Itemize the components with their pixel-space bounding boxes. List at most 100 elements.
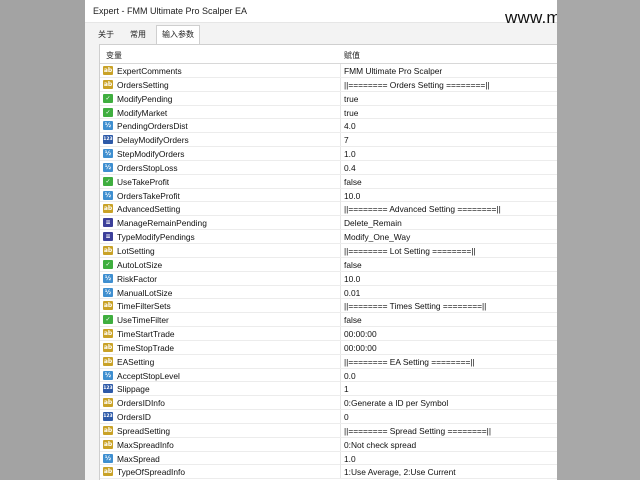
double-icon: ½ xyxy=(103,190,113,200)
expert-properties-window: Expert - FMM Ultimate Pro Scalper EA www… xyxy=(85,0,557,480)
enum-icon: ≡ xyxy=(103,218,113,228)
tab-inputs[interactable]: 输入参数 xyxy=(156,25,200,44)
parameter-value[interactable]: 0:Generate a ID per Symbol xyxy=(344,398,448,408)
parameter-value[interactable]: 0.4 xyxy=(344,163,356,173)
parameter-value[interactable]: 4.0 xyxy=(344,121,356,131)
table-row[interactable]: ≡ TypeModifyPendings Modify_One_Way xyxy=(100,230,557,244)
column-divider xyxy=(340,423,341,437)
parameter-value[interactable]: ||======== Spread Setting ========|| xyxy=(344,426,491,436)
parameter-value[interactable]: true xyxy=(344,108,358,118)
table-row[interactable]: ab ExpertComments FMM Ultimate Pro Scalper xyxy=(100,64,557,78)
window-title: Expert - FMM Ultimate Pro Scalper EA xyxy=(93,6,248,16)
column-divider xyxy=(340,327,341,341)
parameter-value[interactable]: ||======== Times Setting ========|| xyxy=(344,301,486,311)
parameter-value[interactable]: false xyxy=(344,315,362,325)
tab-about[interactable]: 关于 xyxy=(93,26,119,43)
parameter-value[interactable]: false xyxy=(344,177,362,187)
table-row[interactable]: ab TimeFilterSets ||======== Times Setting… xyxy=(100,299,557,314)
parameter-value[interactable]: 1:Use Average, 2:Use Current xyxy=(344,467,456,477)
table-row[interactable]: ab TimeStopTrade 00:00:00 xyxy=(100,340,557,355)
parameter-value[interactable]: 0 xyxy=(344,412,349,422)
parameter-value[interactable]: ||======== EA Setting ========|| xyxy=(344,357,475,367)
column-divider xyxy=(340,340,341,354)
table-row[interactable]: ½ ManualLotSize 0.01 xyxy=(100,285,557,300)
parameter-value[interactable]: Modify_One_Way xyxy=(344,232,410,242)
table-row[interactable]: ½ OrdersStopLoss 0.4 xyxy=(100,160,557,175)
column-divider xyxy=(340,105,341,119)
table-row[interactable]: ✓ ModifyPending true xyxy=(100,91,557,106)
parameter-name: TypeOfSpreadInfo xyxy=(117,467,185,478)
tab-common[interactable]: 常用 xyxy=(125,26,151,43)
parameter-value[interactable]: Delete_Remain xyxy=(344,218,402,228)
parameter-name: ExpertComments xyxy=(117,66,182,76)
parameter-name: OrdersID xyxy=(117,412,151,423)
table-row[interactable]: 123 DelayModifyOrders 7 xyxy=(100,133,557,148)
table-row[interactable]: ½ AcceptStopLevel 0.0 xyxy=(100,368,557,383)
table-row[interactable]: ✓ UseTakeProfit false xyxy=(100,174,557,189)
parameter-value[interactable]: 0.01 xyxy=(344,288,360,298)
int-icon: 123 xyxy=(103,135,113,145)
table-row[interactable]: ✓ AutoLotSize false xyxy=(100,257,557,272)
table-row[interactable]: ab OrdersIDInfo 0:Generate a ID per Symbol xyxy=(100,396,557,411)
column-divider xyxy=(340,285,341,299)
string-icon: ab xyxy=(103,301,113,311)
table-row[interactable]: ab SpreadSetting ||======== Spread Setting… xyxy=(100,423,557,438)
table-row[interactable]: ½ RiskFactor 10.0 xyxy=(100,271,557,286)
column-divider xyxy=(340,174,341,188)
parameter-value[interactable]: 00:00:00 xyxy=(344,343,377,353)
table-row[interactable]: ✓ UseTimeFilter false xyxy=(100,313,557,328)
tab-bar: 关于 常用 输入参数 xyxy=(85,24,557,44)
parameter-name: ManageRemainPending xyxy=(117,218,207,229)
parameter-name: OrdersStopLoss xyxy=(117,162,178,173)
parameter-value[interactable]: false xyxy=(344,260,362,270)
parameter-value[interactable]: 1.0 xyxy=(344,149,356,159)
table-row[interactable]: 123 OrdersID 0 xyxy=(100,410,557,424)
parameter-value[interactable]: 10.0 xyxy=(344,274,360,284)
table-row[interactable]: ✓ ModifyMarket true xyxy=(100,105,557,120)
bool-icon: ✓ xyxy=(103,315,113,325)
table-row[interactable]: ab AdvancedSetting ||======== Advanced Set… xyxy=(100,202,557,217)
column-divider xyxy=(340,77,341,91)
parameter-name: RiskFactor xyxy=(117,273,158,284)
parameter-value[interactable]: 0.0 xyxy=(344,371,356,381)
title-bar: Expert - FMM Ultimate Pro Scalper EA xyxy=(85,0,557,23)
parameter-name: AdvancedSetting xyxy=(117,204,181,215)
parameter-value[interactable]: ||======== Lot Setting ========|| xyxy=(344,246,476,256)
parameter-value[interactable]: 0:Not check spread xyxy=(344,440,416,450)
column-header-value[interactable]: 赋值 xyxy=(344,50,360,61)
parameter-value[interactable]: FMM Ultimate Pro Scalper xyxy=(344,66,442,76)
parameter-value[interactable]: 1 xyxy=(344,384,349,394)
table-row[interactable]: ab TypeOfSpreadInfo 1:Use Average, 2:Use C… xyxy=(100,465,557,480)
double-icon: ½ xyxy=(103,273,113,283)
table-row[interactable]: ab LotSetting ||======== Lot Setting =====… xyxy=(100,243,557,258)
string-icon: ab xyxy=(103,329,113,339)
table-row[interactable]: ½ OrdersTakeProfit 10.0 xyxy=(100,188,557,203)
inputs-panel: 变量 赋值 ab ExpertComments FMM Ultimate Pro S… xyxy=(99,44,557,480)
parameter-value[interactable]: ||======== Advanced Setting ========|| xyxy=(344,204,501,214)
parameter-value[interactable]: 7 xyxy=(344,135,349,145)
table-row[interactable]: ab MaxSpreadInfo 0:Not check spread xyxy=(100,437,557,452)
parameter-value[interactable]: 00:00:00 xyxy=(344,329,377,339)
parameter-value[interactable]: 1.0 xyxy=(344,454,356,464)
parameter-name: UseTakeProfit xyxy=(117,176,170,187)
int-icon: 123 xyxy=(103,412,113,422)
table-row[interactable]: ab TimeStartTrade 00:00:00 xyxy=(100,327,557,341)
parameter-value[interactable]: ||======== Orders Setting ========|| xyxy=(344,80,490,90)
background-right xyxy=(557,0,640,480)
parameter-value[interactable]: 10.0 xyxy=(344,191,360,201)
table-row[interactable]: ½ MaxSpread 1.0 xyxy=(100,451,557,466)
bool-icon: ✓ xyxy=(103,93,113,103)
table-row[interactable]: ab OrdersSetting ||======== Orders Setting… xyxy=(100,77,557,92)
column-divider xyxy=(340,188,341,202)
table-row[interactable]: ½ PendingOrdersDist 4.0 xyxy=(100,119,557,134)
parameter-value[interactable]: true xyxy=(344,94,358,104)
parameter-name: EASetting xyxy=(117,356,155,367)
table-row[interactable]: ab EASetting ||======== EA Setting =======… xyxy=(100,354,557,369)
table-row[interactable]: ½ StepModifyOrders 1.0 xyxy=(100,147,557,161)
column-header-variable[interactable]: 变量 xyxy=(106,50,122,61)
table-row[interactable]: ≡ ManageRemainPending Delete_Remain xyxy=(100,216,557,231)
table-row[interactable]: 123 Slippage 1 xyxy=(100,382,557,397)
double-icon: ½ xyxy=(103,121,113,131)
string-icon: ab xyxy=(103,439,113,449)
string-icon: ab xyxy=(103,356,113,366)
